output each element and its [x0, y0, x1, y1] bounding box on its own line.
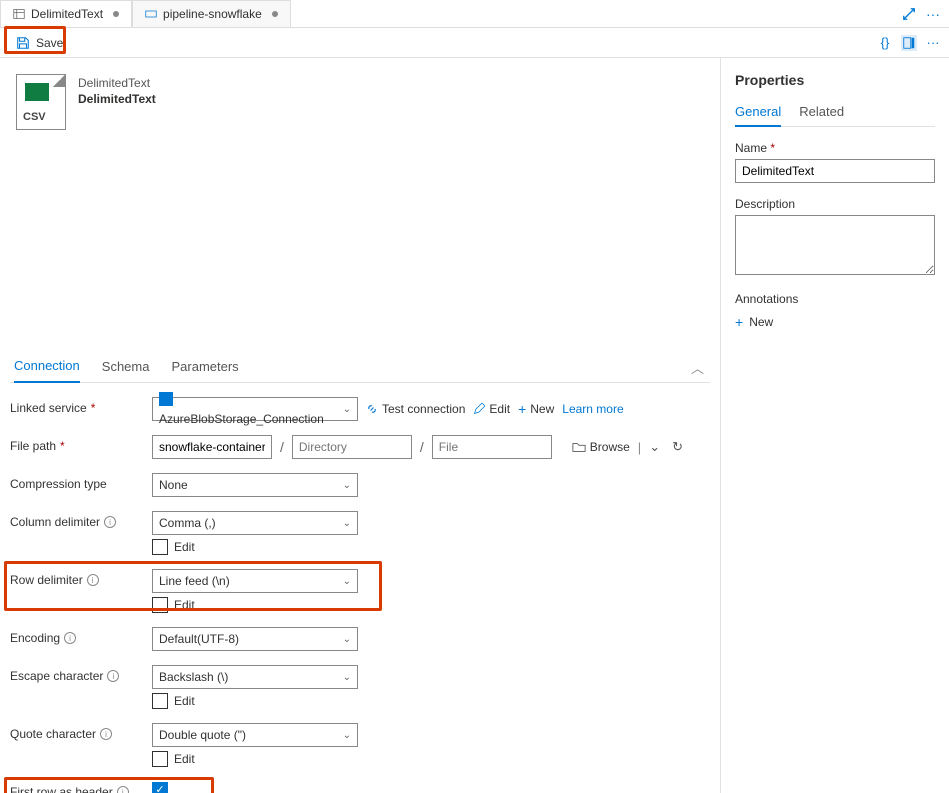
linked-service-label: Linked service*: [10, 397, 152, 415]
save-button[interactable]: Save: [8, 33, 71, 53]
col-delim-edit-checkbox[interactable]: [152, 539, 168, 555]
tab-delimitedtext[interactable]: DelimitedText: [0, 0, 132, 27]
container-input[interactable]: [152, 435, 272, 459]
expand-icon[interactable]: [901, 6, 917, 22]
compression-label: Compression type: [10, 473, 152, 491]
code-icon[interactable]: {}: [877, 35, 893, 51]
row-delimiter-select[interactable]: Line feed (\n)⌄: [152, 569, 358, 593]
save-icon: [16, 36, 30, 50]
folder-icon: [572, 441, 586, 453]
encoding-label: Encodingi: [10, 627, 152, 645]
dataset-type-label: DelimitedText: [78, 76, 156, 90]
name-field-label: Name *: [735, 141, 935, 155]
info-icon[interactable]: i: [100, 728, 112, 740]
storage-icon: [159, 392, 173, 406]
directory-input[interactable]: [292, 435, 412, 459]
annotations-label: Annotations: [735, 292, 935, 306]
tab-related[interactable]: Related: [799, 98, 844, 126]
csv-file-icon: CSV: [16, 74, 66, 130]
dataset-icon: [13, 8, 25, 20]
edit-label: Edit: [174, 598, 195, 612]
info-icon[interactable]: i: [87, 574, 99, 586]
pipeline-icon: [145, 8, 157, 20]
connection-form: Linked service* AzureBlobStorage_Connect…: [10, 383, 710, 793]
new-annotation-button[interactable]: + New: [735, 310, 935, 334]
chevron-down-icon: ⌄: [343, 672, 351, 683]
chevron-down-icon: ⌄: [343, 404, 351, 415]
section-tabs: Connection Schema Parameters ︿: [10, 350, 710, 383]
chevron-down-icon: ⌄: [343, 576, 351, 587]
chevron-down-icon: ⌄: [343, 480, 351, 491]
chevron-down-icon[interactable]: ⌄: [649, 439, 660, 455]
collapse-icon[interactable]: ︿: [691, 358, 704, 377]
description-field-label: Description: [735, 197, 935, 211]
file-path-label: File path*: [10, 435, 152, 453]
dataset-name-label: DelimitedText: [78, 92, 156, 106]
row-delim-edit-checkbox[interactable]: [152, 597, 168, 613]
tab-general[interactable]: General: [735, 98, 781, 127]
plus-icon: +: [735, 314, 743, 330]
file-input[interactable]: [432, 435, 552, 459]
edit-label: Edit: [174, 540, 195, 554]
more-icon[interactable]: ···: [925, 35, 941, 51]
compression-select[interactable]: None⌄: [152, 473, 358, 497]
info-icon[interactable]: i: [107, 670, 119, 682]
tab-connection[interactable]: Connection: [14, 350, 80, 383]
plus-icon: +: [518, 401, 526, 417]
dataset-header: CSV DelimitedText DelimitedText: [10, 68, 710, 150]
new-linked-service-button[interactable]: + New: [518, 401, 554, 417]
linked-service-select[interactable]: AzureBlobStorage_Connection ⌄: [152, 397, 358, 421]
path-separator: /: [280, 439, 284, 455]
quote-char-select[interactable]: Double quote (")⌄: [152, 723, 358, 747]
path-separator: /: [420, 439, 424, 455]
tab-pipeline-snowflake[interactable]: pipeline-snowflake: [132, 0, 291, 27]
description-input[interactable]: [735, 215, 935, 275]
content-area: CSV DelimitedText DelimitedText Connecti…: [0, 58, 721, 793]
path-separator: |: [638, 440, 641, 455]
info-icon[interactable]: i: [104, 516, 116, 528]
escape-char-label: Escape characteri: [10, 665, 152, 683]
tab-schema[interactable]: Schema: [102, 351, 150, 382]
tab-parameters[interactable]: Parameters: [171, 351, 238, 382]
dirty-indicator-icon: [272, 11, 278, 17]
more-icon[interactable]: ···: [925, 6, 941, 22]
tab-label: pipeline-snowflake: [163, 7, 262, 21]
edit-linked-service-button[interactable]: Edit: [473, 402, 510, 416]
chevron-down-icon: ⌄: [343, 730, 351, 741]
chevron-down-icon: ⌄: [343, 634, 351, 645]
escape-char-select[interactable]: Backslash (\)⌄: [152, 665, 358, 689]
column-delimiter-select[interactable]: Comma (,)⌄: [152, 511, 358, 535]
save-label: Save: [36, 36, 63, 50]
browse-button[interactable]: Browse: [572, 440, 630, 454]
pencil-icon: [473, 403, 485, 415]
first-row-header-checkbox[interactable]: ✓: [152, 782, 168, 793]
name-input[interactable]: [735, 159, 935, 183]
quote-edit-checkbox[interactable]: [152, 751, 168, 767]
first-row-header-label: First row as headeri: [10, 781, 152, 793]
main-area: CSV DelimitedText DelimitedText Connecti…: [0, 58, 949, 793]
properties-panel: Properties General Related Name * Descri…: [721, 58, 949, 793]
refresh-icon[interactable]: ↻: [672, 439, 683, 455]
toolbar: Save {} ···: [0, 28, 949, 58]
escape-edit-checkbox[interactable]: [152, 693, 168, 709]
properties-toggle-icon[interactable]: [901, 35, 917, 51]
edit-label: Edit: [174, 694, 195, 708]
learn-more-link[interactable]: Learn more: [562, 402, 623, 416]
info-icon[interactable]: i: [117, 786, 129, 793]
dirty-indicator-icon: [113, 11, 119, 17]
info-icon[interactable]: i: [64, 632, 76, 644]
column-delimiter-label: Column delimiteri: [10, 511, 152, 529]
link-icon: [366, 403, 378, 415]
test-connection-button[interactable]: Test connection: [366, 402, 465, 416]
tab-label: DelimitedText: [31, 7, 103, 21]
quote-char-label: Quote characteri: [10, 723, 152, 741]
chevron-down-icon: ⌄: [343, 518, 351, 529]
encoding-select[interactable]: Default(UTF-8)⌄: [152, 627, 358, 651]
tab-bar: DelimitedText pipeline-snowflake ···: [0, 0, 949, 28]
properties-title: Properties: [735, 72, 935, 88]
edit-label: Edit: [174, 752, 195, 766]
row-delimiter-label: Row delimiteri: [10, 569, 152, 587]
